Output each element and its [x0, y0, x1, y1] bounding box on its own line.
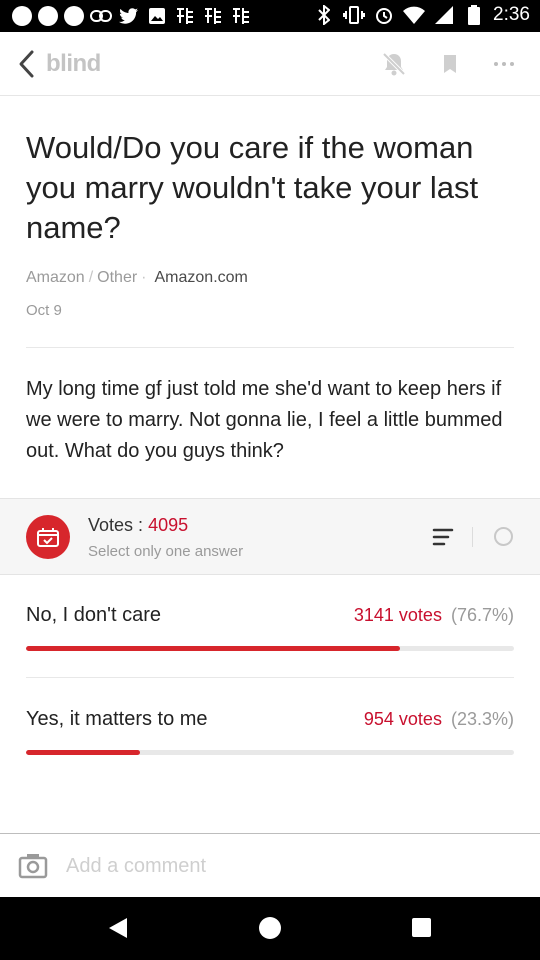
poll-option[interactable]: No, I don't care 3141 votes (76.7%) — [26, 596, 514, 676]
vote-bar-track — [26, 750, 514, 755]
poll-option-votes: 954 votes (23.3%) — [364, 709, 514, 730]
divider — [472, 527, 473, 547]
divider — [26, 347, 514, 348]
app-icon — [202, 5, 224, 27]
image-icon — [146, 5, 168, 27]
camera-icon[interactable] — [18, 852, 48, 880]
comment-input[interactable] — [66, 852, 506, 880]
back-icon[interactable] — [14, 46, 44, 82]
post-body: My long time gf just told me she'd want … — [26, 378, 503, 462]
vote-bar-fill — [26, 750, 140, 755]
votes-count: 4095 — [148, 515, 189, 535]
vote-count: 3141 votes — [353, 605, 442, 625]
nav-recents-icon[interactable] — [412, 918, 431, 937]
system-icons: 2:36 — [313, 4, 530, 26]
nav-back-icon[interactable] — [107, 916, 129, 945]
status-time: 2:36 — [493, 4, 530, 25]
comment-bar — [0, 833, 540, 897]
bell-off-icon[interactable] — [380, 50, 408, 78]
meta-separator: / — [88, 269, 94, 286]
battery-icon — [463, 4, 485, 26]
vote-percent: (76.7%) — [450, 605, 514, 625]
messenger-icon — [38, 6, 58, 26]
navigation-bar — [0, 897, 540, 960]
radio-icon[interactable] — [494, 527, 513, 546]
company-link[interactable]: Amazon — [26, 269, 85, 286]
author-company: Amazon.com — [154, 269, 248, 286]
poll-option[interactable]: Yes, it matters to me 954 votes (23.3%) — [26, 700, 514, 780]
notification-icons — [12, 5, 252, 27]
twitter-icon — [118, 5, 140, 27]
nav-home-icon[interactable] — [259, 917, 281, 939]
app-logo: blind — [46, 50, 101, 77]
app-header: blind — [0, 32, 540, 96]
bookmark-icon[interactable] — [436, 50, 464, 78]
post-date: Oct 9 — [26, 302, 62, 319]
messenger-icon — [12, 6, 32, 26]
poll-hint: Select only one answer — [88, 543, 244, 560]
bluetooth-icon — [313, 4, 335, 26]
signal-icon — [433, 4, 455, 26]
post-meta: Amazon / Other · Amazon.com — [26, 269, 248, 287]
votes-label: Votes : — [88, 515, 144, 535]
post-title: Would/Do you care if the woman you marry… — [26, 130, 479, 245]
sort-icon[interactable] — [432, 527, 454, 547]
vote-bar-fill — [26, 646, 401, 651]
vote-count: 954 votes — [363, 709, 442, 729]
vote-bar-track — [26, 646, 514, 651]
poll-option-label: Yes, it matters to me — [26, 708, 208, 730]
more-icon[interactable] — [490, 50, 518, 78]
app-icon — [230, 5, 252, 27]
pinterest-icon — [64, 6, 84, 26]
poll-option-votes: 3141 votes (76.7%) — [354, 605, 514, 626]
alarm-icon — [373, 4, 395, 26]
link-icon — [90, 5, 112, 27]
meta-dot: · — [141, 269, 147, 286]
channel-link[interactable]: Other — [97, 269, 137, 286]
vibrate-icon — [343, 4, 366, 26]
poll-icon — [26, 515, 70, 559]
vote-percent: (23.3%) — [450, 709, 514, 729]
divider — [26, 677, 514, 678]
wifi-icon — [403, 4, 426, 26]
status-bar: 2:36 — [0, 0, 540, 32]
poll-header: Votes : 4095 Select only one answer — [0, 498, 540, 575]
app-icon — [174, 5, 196, 27]
votes-total: Votes : 4095 — [88, 515, 188, 536]
poll-option-label: No, I don't care — [26, 604, 161, 626]
